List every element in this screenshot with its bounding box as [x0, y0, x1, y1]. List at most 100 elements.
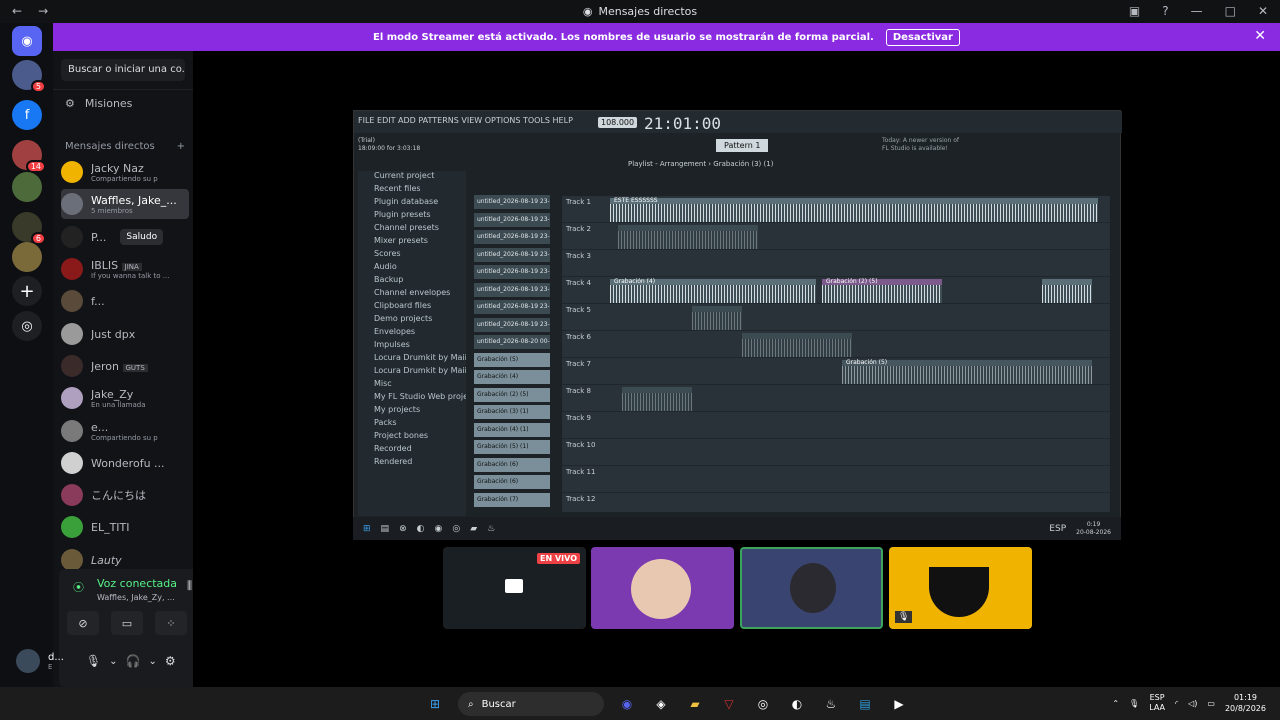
battery-icon[interactable]: ▭ [1207, 699, 1215, 708]
avatar[interactable] [16, 649, 40, 673]
taskbar-search[interactable]: ⌕ Buscar [458, 692, 604, 716]
browser-item[interactable]: Locura Drumkit by Maiizeno [358, 353, 466, 366]
dm-item[interactable]: e... Compartiendo su p [61, 416, 189, 446]
dm-item[interactable]: IBLIS JINA If you wanna talk to ... [61, 254, 189, 284]
forward-arrow-icon[interactable]: → [38, 4, 48, 18]
channel-button[interactable]: Grabación (4) (1) [474, 422, 550, 437]
server-avatar[interactable]: 5 [12, 60, 46, 93]
microphone-icon[interactable]: 🎙 [1129, 699, 1139, 708]
browser-item[interactable]: Audio [358, 262, 466, 275]
screen-share-icon[interactable]: ▭ [111, 611, 143, 635]
missions-item[interactable]: ⚙ Misiones [65, 97, 132, 110]
participant-tile[interactable] [591, 547, 734, 629]
dm-item[interactable]: こんにちは [61, 480, 189, 510]
wave-greeting-button[interactable]: Saludo [120, 229, 164, 245]
minimize-button[interactable]: — [1191, 4, 1203, 18]
discord-app-icon[interactable]: ◉ [616, 693, 638, 715]
channel-button[interactable]: Grabación (5) [474, 352, 550, 367]
microphone-icon[interactable]: 🎙 [86, 654, 101, 668]
activities-icon[interactable]: ⁘ [155, 611, 187, 635]
channel-button[interactable]: Grabación (4) [474, 370, 550, 384]
channel-button[interactable]: untitled_2026-08-19 23-... [474, 247, 550, 262]
stream-tile[interactable]: EN VIVO [443, 547, 586, 629]
dm-item[interactable]: EL_TITI [61, 512, 189, 542]
camera-off-icon[interactable]: ⊘ [67, 611, 99, 635]
help-icon[interactable]: ? [1162, 4, 1168, 18]
browser-item[interactable]: Channel presets [358, 223, 466, 236]
browser-item[interactable]: Backup [358, 275, 466, 288]
channel-button[interactable]: untitled_2026-08-20 00-... [474, 335, 550, 349]
clock[interactable]: 01:19 20/8/2026 [1225, 692, 1266, 714]
server-avatar[interactable]: 6 [12, 212, 46, 245]
browser-item[interactable]: Rendered [358, 457, 466, 470]
browser-item[interactable]: Locura Drumkit by Maiizeno [358, 366, 466, 379]
media-player-icon[interactable]: ▶ [888, 693, 910, 715]
file-explorer-icon[interactable]: ▰ [684, 693, 706, 715]
discover-icon[interactable]: ◎ [12, 311, 42, 341]
fl-studio-icon[interactable]: ♨ [820, 693, 842, 715]
channel-button[interactable]: Grabación (6) [474, 475, 550, 489]
browser-item[interactable]: Demo projects [358, 314, 466, 327]
steam-icon[interactable]: ◈ [650, 693, 672, 715]
maximize-button[interactable]: □ [1225, 4, 1236, 18]
app-icon[interactable]: ◐ [786, 693, 808, 715]
wifi-icon[interactable]: ◜ [1175, 699, 1178, 708]
headphones-icon[interactable]: 🎧 [126, 654, 141, 668]
disable-streamer-button[interactable]: Desactivar [885, 28, 960, 46]
chrome-icon[interactable]: ◎ [752, 693, 774, 715]
browser-item[interactable]: Packs [358, 418, 466, 431]
browser-item[interactable]: Current project [358, 171, 466, 184]
channel-button[interactable]: untitled_2026-08-19 23-... [474, 317, 550, 332]
browser-item[interactable]: Envelopes [358, 327, 466, 340]
participant-tile-speaking[interactable] [740, 547, 883, 629]
browser-item[interactable]: Plugin presets [358, 210, 466, 223]
settings-gear-icon[interactable]: ⚙ [165, 654, 176, 668]
search-input[interactable]: Buscar o iniciar una co... [61, 59, 185, 81]
browser-item[interactable]: Recent files [358, 184, 466, 197]
channel-button[interactable]: untitled_2026-08-19 23-... [474, 230, 550, 244]
close-button[interactable]: ✕ [1258, 4, 1268, 18]
browser-item[interactable]: Clipboard files [358, 301, 466, 314]
channel-button[interactable]: Grabación (2) (5) [474, 387, 550, 402]
channel-button[interactable]: untitled_2026-08-19 23-... [474, 300, 550, 314]
channel-button[interactable]: Grabación (3) (1) [474, 405, 550, 419]
chevron-down-icon[interactable]: ⌄ [109, 656, 117, 667]
dm-item[interactable]: Waffles, Jake_... 5 miembros [61, 189, 189, 219]
add-server-icon[interactable]: + [12, 276, 42, 306]
dm-item[interactable]: f... [61, 286, 189, 316]
add-dm-icon[interactable]: + [177, 141, 185, 152]
browser-item[interactable]: Channel envelopes [358, 288, 466, 301]
facebook-server-icon[interactable]: f [12, 100, 42, 130]
channel-button[interactable]: Grabación (6) [474, 457, 550, 472]
noise-icon[interactable]: ⫼ [187, 579, 192, 593]
back-arrow-icon[interactable]: ← [12, 4, 22, 18]
channel-button[interactable]: untitled_2026-08-19 23-... [474, 282, 550, 297]
channel-button[interactable]: Grabación (5) (1) [474, 440, 550, 454]
browser-item[interactable]: Mixer presets [358, 236, 466, 249]
participant-tile[interactable]: 🎙 [889, 547, 1032, 629]
dm-item[interactable]: Jeron GUTS [61, 351, 189, 381]
dm-item[interactable]: Wonderofu ... [61, 448, 189, 478]
channel-button[interactable]: untitled_2026-08-19 23-... [474, 195, 550, 209]
discord-home-icon[interactable]: ◉ [12, 26, 42, 56]
dm-item[interactable]: Jake_Zy En una llamada [61, 383, 189, 413]
volume-icon[interactable]: ◁) [1188, 699, 1197, 708]
server-avatar[interactable] [12, 242, 42, 272]
windows-start-icon[interactable]: ⊞ [424, 693, 446, 715]
browser-item[interactable]: Plugin database [358, 197, 466, 210]
browser-item[interactable]: My projects [358, 405, 466, 418]
dm-item[interactable]: P... Saludo [61, 222, 189, 252]
chevron-up-icon[interactable]: ⌃ [1112, 699, 1119, 708]
dm-item[interactable]: Jacky Naz Compartiendo su p [61, 157, 189, 187]
close-banner-icon[interactable]: ✕ [1254, 28, 1266, 44]
server-avatar[interactable] [12, 172, 42, 202]
browser-item[interactable]: Project bones [358, 431, 466, 444]
notepad-icon[interactable]: ▤ [854, 693, 876, 715]
dm-item[interactable]: Just dpx [61, 319, 189, 349]
chevron-down-icon[interactable]: ⌄ [148, 656, 156, 667]
inbox-icon[interactable]: ▣ [1129, 4, 1140, 18]
fl-studio-stream[interactable]: FILE EDIT ADD PATTERNS VIEW OPTIONS TOOL… [353, 110, 1122, 540]
browser-item[interactable]: Recorded [358, 444, 466, 457]
server-avatar[interactable]: 14 [12, 140, 46, 173]
app-icon[interactable]: ▽ [718, 693, 740, 715]
